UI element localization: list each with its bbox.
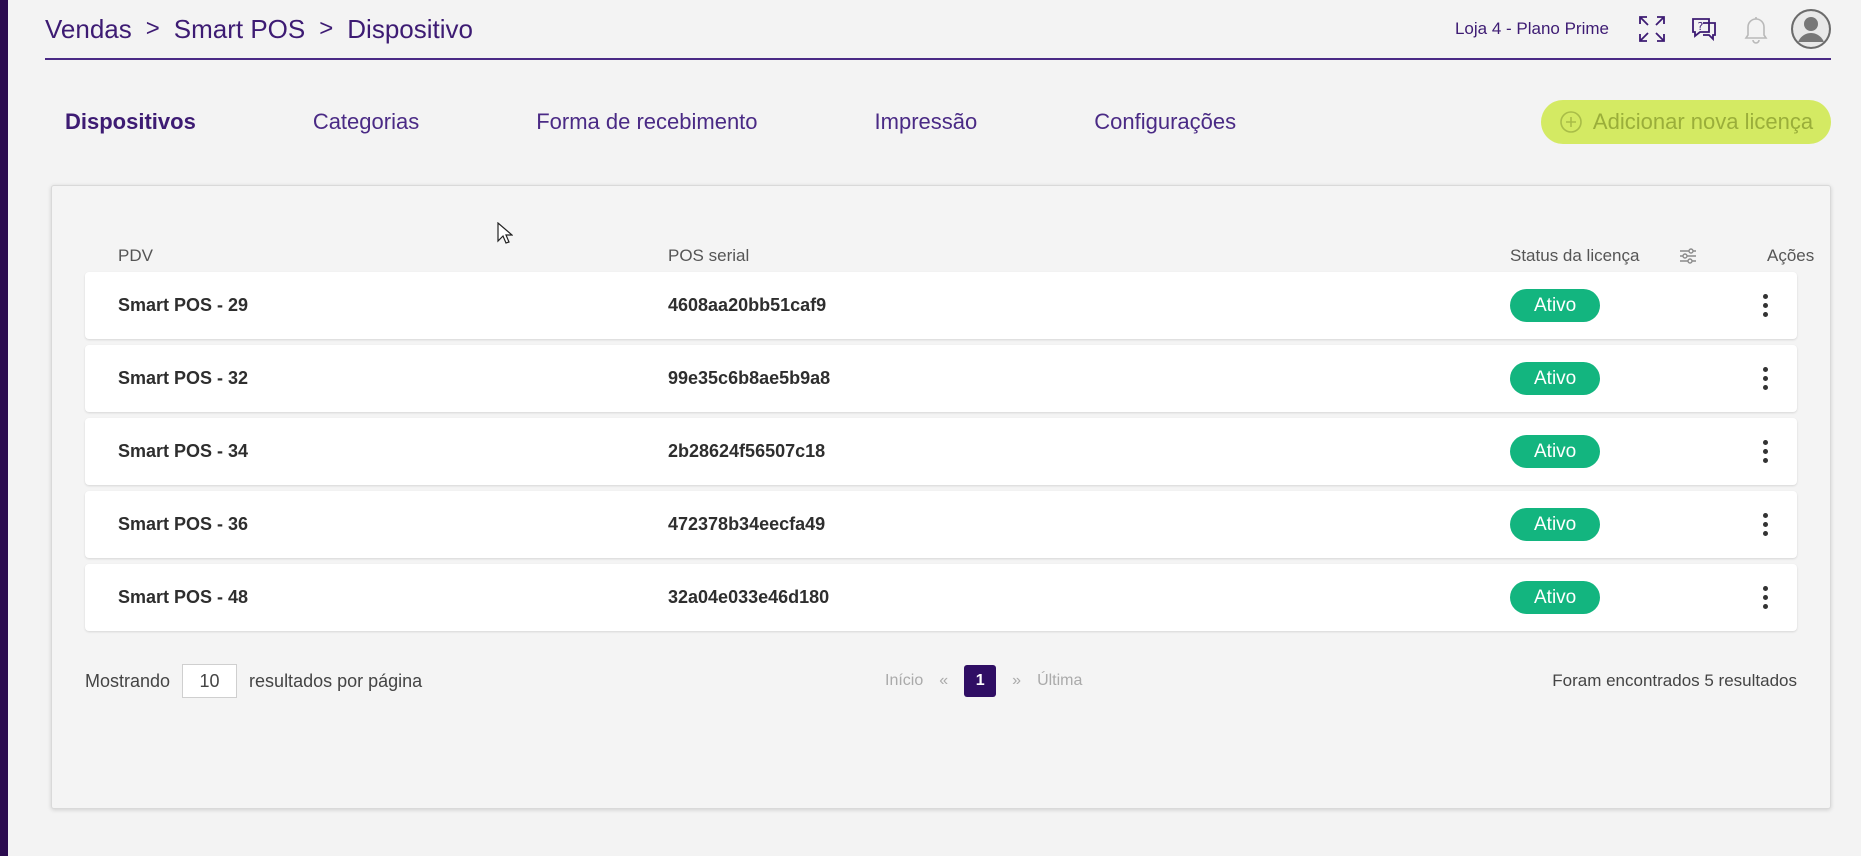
expand-icon[interactable] xyxy=(1635,12,1669,46)
cell-pdv: Smart POS - 48 xyxy=(118,587,249,607)
help-chat-icon[interactable]: ? xyxy=(1687,12,1721,46)
row-actions-menu-icon[interactable] xyxy=(1753,578,1777,618)
left-edge-strip xyxy=(0,0,8,856)
tab-forma-de-recebimento[interactable]: Forma de recebimento xyxy=(536,109,757,135)
filter-sliders-icon[interactable] xyxy=(1678,247,1698,270)
svg-text:?: ? xyxy=(1698,20,1704,33)
devices-card: PDV POS serial Status da licença Ações S… xyxy=(51,185,1831,809)
breadcrumb-item-smart-pos[interactable]: Smart POS xyxy=(174,14,305,45)
bell-icon[interactable] xyxy=(1739,12,1773,46)
per-page-suffix: resultados por página xyxy=(249,670,423,691)
breadcrumb: Vendas > Smart POS > Dispositivo xyxy=(45,14,473,45)
per-page-control: Mostrando 10 resultados por página xyxy=(85,664,422,698)
table-row[interactable]: Smart POS - 29 4608aa20bb51caf9 Ativo xyxy=(85,272,1797,339)
row-actions-menu-icon[interactable] xyxy=(1753,359,1777,399)
cell-pdv: Smart POS - 34 xyxy=(118,441,249,461)
tab-configuracoes[interactable]: Configurações xyxy=(1094,109,1236,135)
table-row[interactable]: Smart POS - 36 472378b34eecfa49 Ativo xyxy=(85,491,1797,558)
pagination: Início « 1 » Última xyxy=(885,664,1082,698)
cell-serial: 2b28624f56507c18 xyxy=(668,441,826,461)
breadcrumb-item-vendas[interactable]: Vendas xyxy=(45,14,132,45)
table-body: Smart POS - 29 4608aa20bb51caf9 Ativo Sm… xyxy=(85,272,1797,637)
status-badge: Ativo xyxy=(1510,362,1601,395)
tab-dispositivos[interactable]: Dispositivos xyxy=(65,109,196,135)
status-badge: Ativo xyxy=(1510,435,1601,468)
breadcrumb-item-dispositivo: Dispositivo xyxy=(347,13,473,44)
header-actions: Ações xyxy=(1767,246,1815,265)
pager-first[interactable]: Início xyxy=(885,672,923,690)
header-pos-serial: POS serial xyxy=(668,246,750,265)
mouse-cursor-icon xyxy=(497,221,514,251)
status-badge: Ativo xyxy=(1510,508,1601,541)
table-row[interactable]: Smart POS - 34 2b28624f56507c18 Ativo xyxy=(85,418,1797,485)
cell-serial: 4608aa20bb51caf9 xyxy=(668,295,827,315)
per-page-input[interactable]: 10 xyxy=(182,664,238,698)
status-badge: Ativo xyxy=(1510,289,1601,322)
plus-circle-icon xyxy=(1560,111,1582,133)
showing-label: Mostrando xyxy=(85,670,171,691)
table-row[interactable]: Smart POS - 32 99e35c6b8ae5b9a8 Ativo xyxy=(85,345,1797,412)
cell-pdv: Smart POS - 36 xyxy=(118,514,249,534)
header-actions: Loja 4 - Plano Prime ? xyxy=(1455,9,1831,49)
cell-pdv: Smart POS - 29 xyxy=(118,295,249,315)
user-avatar-icon[interactable] xyxy=(1791,9,1831,49)
pager-current-page[interactable]: 1 xyxy=(964,665,997,697)
row-actions-menu-icon[interactable] xyxy=(1753,286,1777,326)
cell-serial: 472378b34eecfa49 xyxy=(668,514,826,534)
results-count: Foram encontrados 5 resultados xyxy=(1552,671,1797,690)
status-badge: Ativo xyxy=(1510,581,1601,614)
row-actions-menu-icon[interactable] xyxy=(1753,505,1777,545)
pager-next[interactable]: » xyxy=(1012,672,1021,690)
pager-last[interactable]: Última xyxy=(1037,672,1082,690)
cell-serial: 32a04e033e46d180 xyxy=(668,587,830,607)
breadcrumb-separator: > xyxy=(319,15,334,42)
tab-categorias[interactable]: Categorias xyxy=(313,109,419,135)
breadcrumb-separator: > xyxy=(145,15,160,42)
header-pdv: PDV xyxy=(118,246,153,265)
top-bar: Vendas > Smart POS > Dispositivo Loja 4 … xyxy=(45,0,1831,60)
table-row[interactable]: Smart POS - 48 32a04e033e46d180 Ativo xyxy=(85,564,1797,631)
table-footer: Mostrando 10 resultados por página Iníci… xyxy=(85,664,1797,698)
add-license-label: Adicionar nova licença xyxy=(1592,109,1814,134)
cell-pdv: Smart POS - 32 xyxy=(118,368,249,388)
row-actions-menu-icon[interactable] xyxy=(1753,432,1777,472)
store-plan-label[interactable]: Loja 4 - Plano Prime xyxy=(1455,19,1609,39)
pager-prev[interactable]: « xyxy=(939,672,948,690)
header-status: Status da licença xyxy=(1510,246,1640,265)
tab-impressao[interactable]: Impressão xyxy=(875,109,978,135)
add-license-button[interactable]: Adicionar nova licença xyxy=(1541,100,1831,144)
table-header: PDV POS serial Status da licença Ações xyxy=(85,246,1814,274)
cell-serial: 99e35c6b8ae5b9a8 xyxy=(668,368,831,388)
tab-bar: Dispositivos Categorias Forma de recebim… xyxy=(65,100,1236,144)
